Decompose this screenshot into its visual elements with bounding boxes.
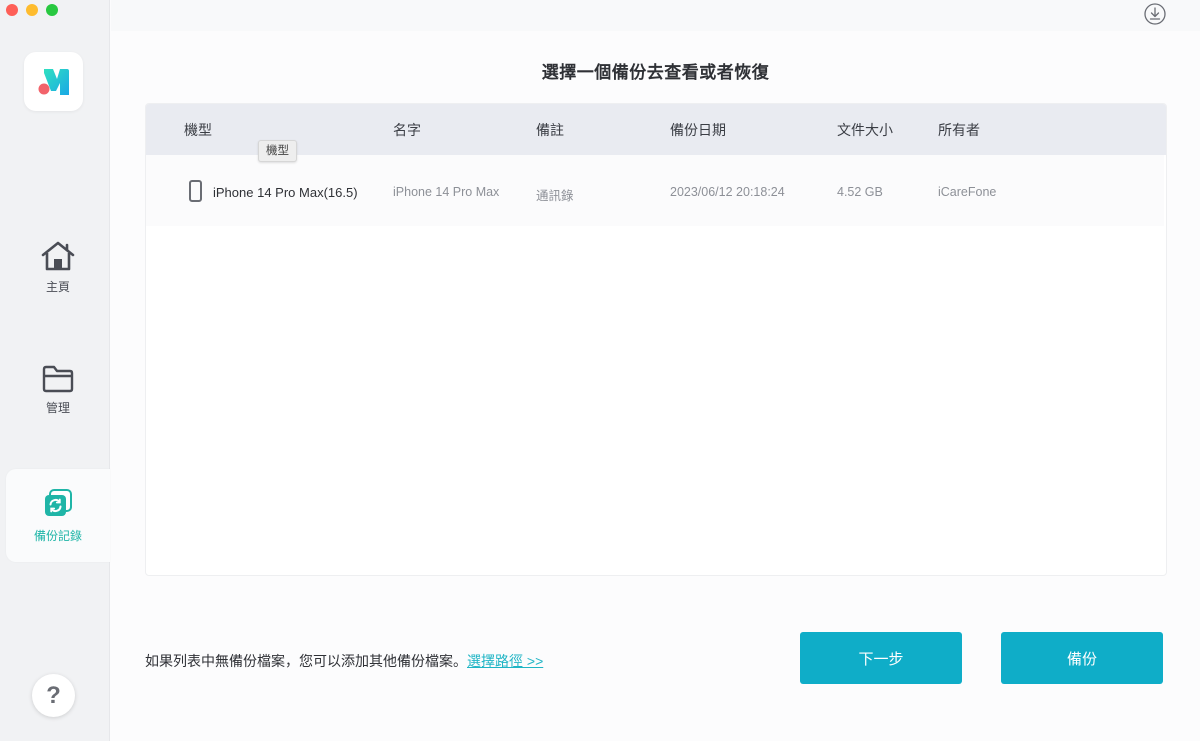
maximize-window-button[interactable]: [46, 4, 58, 16]
minimize-window-button[interactable]: [26, 4, 38, 16]
sidebar-item-manage[interactable]: 管理: [6, 365, 110, 435]
cell-owner: iCareFone: [938, 185, 997, 199]
choose-path-link[interactable]: 選擇路徑 >>: [467, 653, 543, 669]
sidebar-item-backup-history[interactable]: 備份記錄: [6, 469, 110, 562]
column-header-name[interactable]: 名字: [393, 120, 421, 140]
cell-model: iPhone 14 Pro Max(16.5): [213, 185, 358, 200]
tooltip: 機型: [258, 140, 297, 162]
backup-history-icon: [45, 489, 72, 516]
main-content: 選擇一個備份去查看或者恢復 機型 名字 備註 備份日期 文件大小 所有者 iPh…: [111, 31, 1200, 741]
cell-date: 2023/06/12 20:18:24: [670, 185, 785, 199]
table-header: 機型 名字 備註 備份日期 文件大小 所有者: [146, 104, 1166, 155]
cell-note: 通訊錄: [536, 189, 574, 203]
app-logo: [24, 52, 83, 111]
backup-button[interactable]: 備份: [1001, 632, 1163, 684]
column-header-owner[interactable]: 所有者: [938, 120, 980, 140]
app-window: 主頁 管理 備份記錄 ? 選擇一個備份去查看或者恢復 機型 名字 備註 備份日期…: [0, 0, 1200, 741]
window-controls: [6, 4, 58, 16]
backup-table: 機型 名字 備註 備份日期 文件大小 所有者 iPhone 14 Pro Max…: [145, 103, 1167, 576]
phone-icon: [189, 180, 202, 202]
table-row[interactable]: iPhone 14 Pro Max(16.5) iPhone 14 Pro Ma…: [146, 155, 1164, 226]
column-header-model[interactable]: 機型: [184, 120, 212, 140]
folder-icon: [42, 365, 74, 393]
close-window-button[interactable]: [6, 4, 18, 16]
title-bar: [111, 0, 1200, 31]
sidebar-item-home[interactable]: 主頁: [6, 240, 110, 310]
logo-icon: [38, 68, 69, 95]
footer-hint: 如果列表中無備份檔案，您可以添加其他備份檔案。選擇路徑 >>: [145, 651, 543, 671]
sidebar-item-label: 管理: [45, 401, 70, 415]
sidebar-item-label: 備份記錄: [33, 529, 82, 543]
footer-hint-text: 如果列表中無備份檔案，您可以添加其他備份檔案。: [145, 653, 467, 669]
next-button[interactable]: 下一步: [800, 632, 962, 684]
sidebar: 主頁 管理 備份記錄 ?: [0, 0, 110, 741]
question-icon: ?: [46, 681, 61, 709]
page-title: 選擇一個備份去查看或者恢復: [541, 63, 770, 82]
cell-name: iPhone 14 Pro Max: [393, 185, 500, 199]
column-header-size[interactable]: 文件大小: [837, 120, 893, 140]
help-button[interactable]: ?: [32, 674, 75, 717]
column-header-note[interactable]: 備註: [536, 120, 564, 140]
download-icon[interactable]: [1144, 3, 1166, 25]
home-icon: [41, 241, 75, 271]
sidebar-item-label: 主頁: [45, 280, 70, 294]
column-header-date[interactable]: 備份日期: [670, 120, 726, 140]
cell-size: 4.52 GB: [837, 185, 883, 199]
